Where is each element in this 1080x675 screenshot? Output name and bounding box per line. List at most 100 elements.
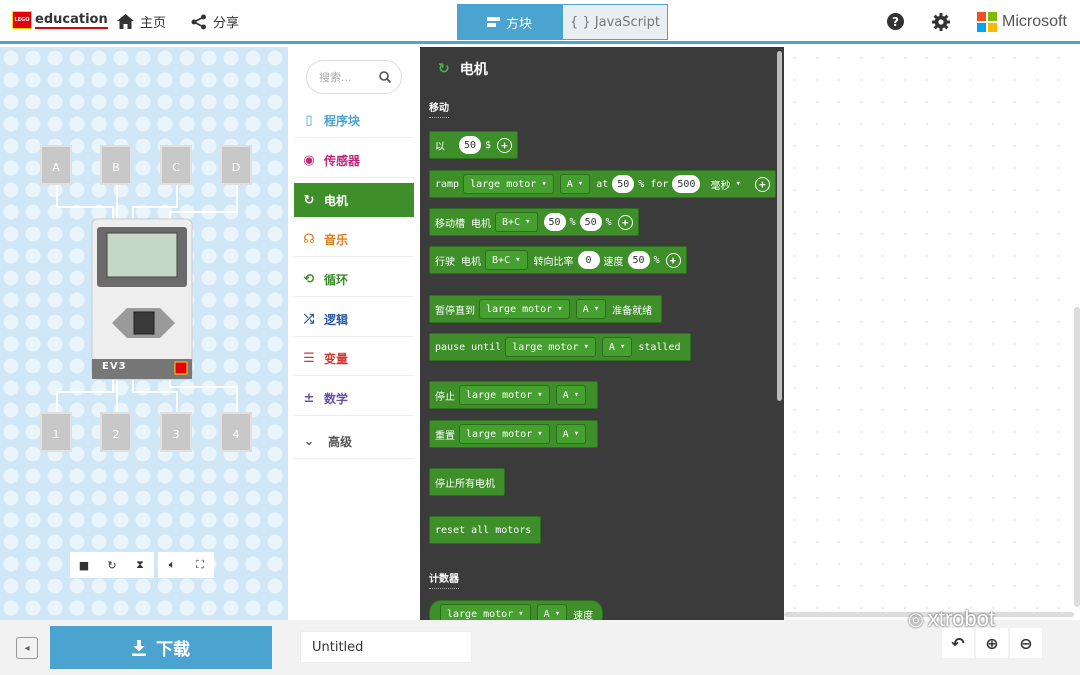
zoom-out-button[interactable]: ⊖ <box>1010 628 1042 658</box>
advanced-icon: ⌄ <box>303 434 315 449</box>
block-steer[interactable]: 行驶 电机 B+C 转向比率 0 速度 50 % + <box>429 246 687 274</box>
toolbox-search[interactable]: 搜索... <box>306 60 402 94</box>
search-icon <box>379 71 391 83</box>
block-reset[interactable]: 重置 large motor A <box>429 420 599 448</box>
share-icon <box>191 14 206 29</box>
restart-icon: ↻ <box>107 558 117 572</box>
toolbox-categories: 搜索... ▯ 程序块 ◉ 传感器 ↻ 电机 ☊ 音乐 ⟲ 循环 ⤮ 逻辑 ☰ 变量 ± 数学 ⌄ 高级 <box>288 47 420 620</box>
undo-icon: ↶ <box>951 633 965 653</box>
music-icon: ☊ <box>303 232 315 247</box>
category-label: 高级 <box>328 435 353 449</box>
logic-icon: ⤮ <box>303 312 315 327</box>
javascript-mode-button[interactable]: { } JavaScript <box>562 4 668 40</box>
blocks-workspace[interactable] <box>784 47 1080 620</box>
microsoft-text: Microsoft <box>1002 13 1067 30</box>
motors-flyout: ↻ 电机 移动 以 50 $ + ramp large motor A at 5… <box>420 47 784 620</box>
project-name-input[interactable]: Untitled <box>300 631 472 663</box>
category-loops[interactable]: ⟲ 循环 <box>294 263 414 297</box>
block-ramp[interactable]: ramp large motor A at 50 % for 500 毫秒 + <box>429 170 776 198</box>
category-music[interactable]: ☊ 音乐 <box>294 223 414 257</box>
category-advanced[interactable]: ⌄ 高级 <box>294 425 414 459</box>
simulator-controls: ■ ↻ ⧗ 🔈︎ ⛶ <box>70 552 218 578</box>
category-sensors[interactable]: ◉ 传感器 <box>294 144 414 178</box>
stop-icon: ■ <box>78 558 90 572</box>
category-label: 程序块 <box>324 114 361 128</box>
ev3-simulator: EV3 A B C D 1 2 3 4 ■ ↻ ⧗ 🔈︎ ⛶ <box>0 47 288 620</box>
ev3-brick <box>91 218 193 380</box>
lego-education-logo[interactable]: LEGO education <box>12 11 108 29</box>
category-variables[interactable]: ☰ 变量 <box>294 342 414 376</box>
math-icon: ± <box>303 391 315 406</box>
home-button[interactable]: 主页 <box>117 12 166 31</box>
sensor-port-3[interactable]: 3 <box>160 412 192 452</box>
input-port-d[interactable]: D <box>220 145 252 185</box>
plus-icon[interactable]: + <box>665 252 681 268</box>
gear-icon <box>932 13 950 31</box>
zoom-in-button[interactable]: ⊕ <box>976 628 1008 658</box>
plus-icon[interactable]: + <box>617 214 633 230</box>
stop-button[interactable]: ■ <box>70 552 98 578</box>
input-port-b[interactable]: B <box>100 145 132 185</box>
home-label: 主页 <box>140 16 167 31</box>
home-icon <box>117 14 134 29</box>
sensor-port-1[interactable]: 1 <box>40 412 72 452</box>
collapse-simulator-button[interactable]: ◂ <box>16 637 38 659</box>
workspace-vertical-scrollbar[interactable] <box>1074 307 1080 607</box>
category-motors[interactable]: ↻ 电机 <box>294 183 414 217</box>
slowmo-button[interactable]: ⧗ <box>126 552 154 578</box>
javascript-mode-label: { } JavaScript <box>570 14 660 30</box>
slowmo-icon: ⧗ <box>136 558 144 571</box>
zoom-out-icon: ⊖ <box>1019 633 1033 653</box>
block-stop-all-motors[interactable]: 停止所有电机 <box>429 468 505 496</box>
lego-logo-icon: LEGO <box>12 11 32 29</box>
flyout-scrollbar[interactable] <box>777 51 782 401</box>
plus-icon[interactable]: + <box>754 176 770 192</box>
blocks-mode-button[interactable]: 方块 <box>457 4 562 40</box>
fullscreen-icon: ⛶ <box>196 558 204 571</box>
settings-button[interactable] <box>932 13 950 35</box>
motor-icon: ↻ <box>438 61 450 77</box>
category-label: 电机 <box>324 193 349 208</box>
section-move: 移动 <box>429 99 449 118</box>
block-run-motor[interactable]: 以 50 $ + <box>429 131 519 159</box>
block-stop[interactable]: 停止 large motor A <box>429 381 599 409</box>
category-logic[interactable]: ⤮ 逻辑 <box>294 303 414 337</box>
search-placeholder: 搜索... <box>319 71 352 84</box>
download-button[interactable]: 下载 <box>50 626 272 669</box>
category-math[interactable]: ± 数学 <box>294 382 414 416</box>
block-reset-all-motors[interactable]: reset all motors <box>429 516 542 544</box>
sensor-port-2[interactable]: 2 <box>100 412 132 452</box>
variables-icon: ☰ <box>303 351 315 366</box>
share-button[interactable]: 分享 <box>191 12 239 31</box>
block-tank[interactable]: 移动槽 电机 B+C 50 % 50 % + <box>429 208 639 236</box>
blocks-mode-label: 方块 <box>505 16 532 32</box>
header: LEGO education 主页 分享 方块 { } JavaScript ?… <box>0 0 1080 44</box>
help-icon: ? <box>887 13 904 30</box>
blocks-icon <box>486 16 500 27</box>
section-counter: 计数器 <box>429 570 459 589</box>
sensor-port-4[interactable]: 4 <box>220 412 252 452</box>
category-label: 数学 <box>324 392 349 406</box>
plus-icon[interactable]: + <box>497 137 513 153</box>
block-pause-until-stalled[interactable]: pause until large motor A stalled <box>429 333 691 361</box>
help-button[interactable]: ? <box>887 13 904 34</box>
flyout-title: ↻ 电机 <box>438 61 488 78</box>
microsoft-logo-icon <box>977 12 997 32</box>
undo-button[interactable]: ↶ <box>942 628 974 658</box>
brand-text: education <box>35 11 108 29</box>
restart-button[interactable]: ↻ <box>98 552 126 578</box>
category-blocks[interactable]: ▯ 程序块 <box>294 104 414 138</box>
microsoft-logo[interactable]: Microsoft <box>977 12 1067 32</box>
category-label: 循环 <box>324 273 349 287</box>
sound-button[interactable]: 🔈︎ <box>158 552 186 578</box>
loops-icon: ⟲ <box>303 272 315 287</box>
editor-mode-toggle: 方块 { } JavaScript <box>457 4 668 40</box>
fullscreen-button[interactable]: ⛶ <box>186 552 214 578</box>
block-pause-until-ready[interactable]: 暂停直到 large motor A 准备就绪 <box>429 295 663 323</box>
input-port-a[interactable]: A <box>40 145 72 185</box>
block-motor-speed[interactable]: large motor A 速度 <box>429 600 604 620</box>
category-label: 逻辑 <box>324 313 349 327</box>
category-label: 音乐 <box>324 233 349 247</box>
sound-icon: 🔈︎ <box>168 558 176 571</box>
input-port-c[interactable]: C <box>160 145 192 185</box>
